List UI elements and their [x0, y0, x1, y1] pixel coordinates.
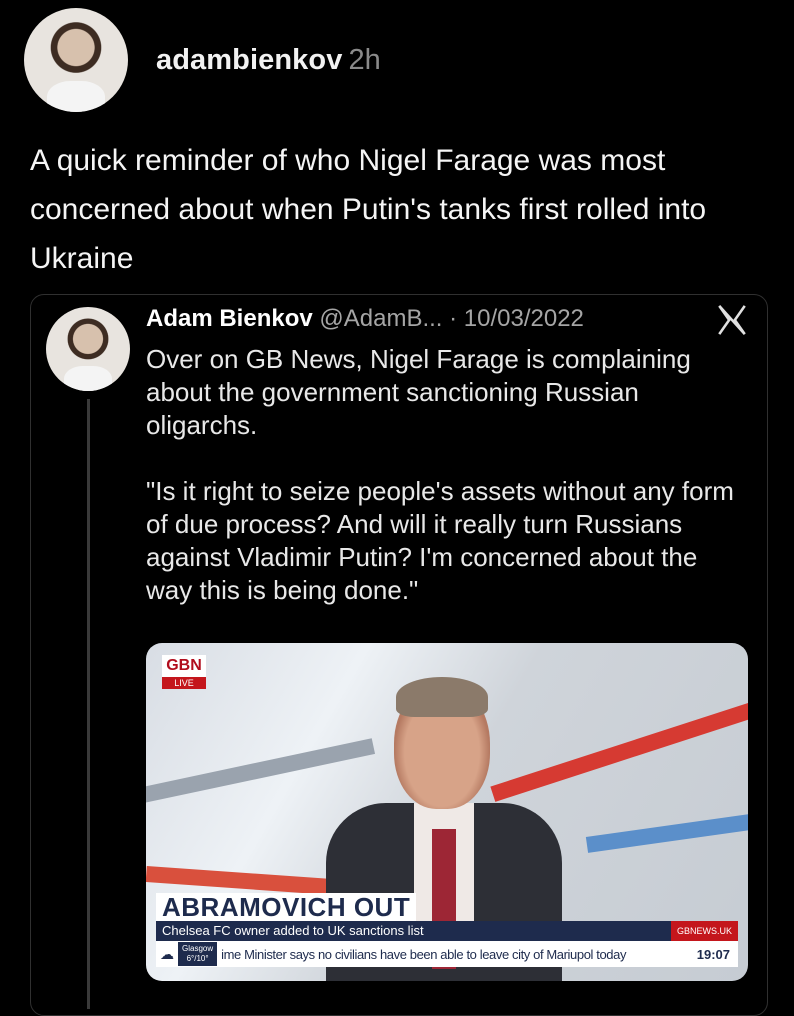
username-row: adambienkov 2h: [156, 44, 381, 77]
news-strap: Chelsea FC owner added to UK sanctions l…: [156, 921, 738, 941]
presenter-hair: [396, 677, 488, 717]
studio-stripe: [490, 700, 748, 802]
post-text: A quick reminder of who Nigel Farage was…: [30, 144, 707, 275]
video-thumbnail[interactable]: GBN LIVE ABRAMOVICH OUT Chelsea FC owner…: [146, 643, 748, 981]
channel-logo: GBN: [162, 655, 206, 677]
quoted-tweet-paragraph: Over on GB News, Nigel Farage is complai…: [146, 344, 691, 440]
post-header: adambienkov 2h: [24, 8, 381, 112]
weather-city: Glasgow: [182, 944, 214, 953]
thread-line: [87, 399, 90, 1009]
x-logo-icon[interactable]: [715, 303, 749, 337]
news-headline: ABRAMOVICH OUT: [156, 893, 417, 921]
weather-box: Glasgow 6°/10°: [178, 942, 218, 966]
clock: 19:07: [696, 946, 730, 962]
news-ticker: ☁ Glasgow 6°/10° ime Minister says no ci…: [156, 941, 738, 967]
news-strap-text: Chelsea FC owner added to UK sanctions l…: [162, 923, 424, 938]
channel-url: GBNEWS.UK: [670, 921, 738, 941]
quoted-tweet-quote: "Is it right to seize people's assets wi…: [146, 476, 734, 605]
quoted-tweet-body: Over on GB News, Nigel Farage is complai…: [146, 343, 746, 640]
studio-stripe: [585, 809, 748, 853]
post-time: 2h: [348, 43, 381, 76]
studio-stripe: [146, 738, 376, 804]
quoted-tweet-card[interactable]: Adam Bienkov @AdamB... · 10/03/2022 Over…: [30, 294, 768, 1016]
quoted-author-name[interactable]: Adam Bienkov: [146, 305, 313, 332]
quoted-author-avatar[interactable]: [46, 307, 130, 391]
author-avatar[interactable]: [24, 8, 128, 112]
quoted-tweet-meta: @AdamB... · 10/03/2022: [319, 305, 584, 332]
username[interactable]: adambienkov: [156, 44, 342, 76]
news-lower-third: ABRAMOVICH OUT Chelsea FC owner added to…: [156, 893, 738, 967]
live-badge: LIVE: [162, 677, 206, 689]
quoted-tweet-header: Adam Bienkov @AdamB... · 10/03/2022: [146, 305, 584, 333]
ticker-text: ime Minister says no civilians have been…: [221, 946, 627, 962]
weather-temp: 6°/10°: [186, 954, 209, 963]
cloud-icon: ☁: [160, 945, 174, 962]
